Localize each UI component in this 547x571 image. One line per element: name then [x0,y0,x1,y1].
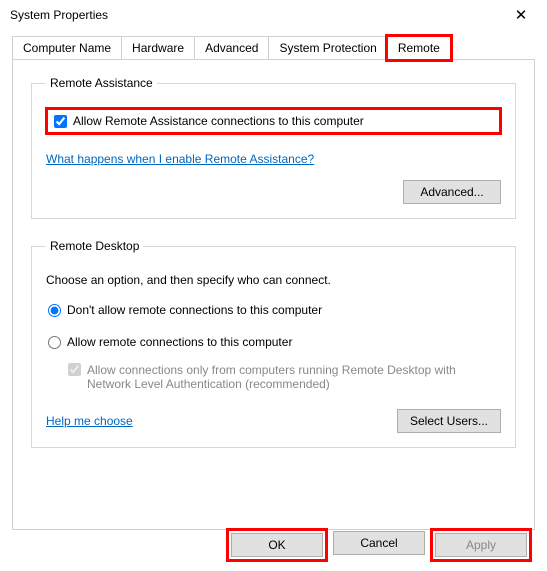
allow-remote-assistance-label: Allow Remote Assistance connections to t… [73,114,364,128]
nla-row: Allow connections only from computers ru… [68,363,501,391]
remote-desktop-description: Choose an option, and then specify who c… [46,273,501,287]
nla-label: Allow connections only from computers ru… [87,363,501,391]
tab-advanced[interactable]: Advanced [194,36,269,59]
group-remote-assistance: Remote Assistance Allow Remote Assistanc… [31,76,516,219]
allow-remote-assistance-checkbox[interactable] [54,115,67,128]
group-remote-desktop: Remote Desktop Choose an option, and the… [31,239,516,448]
tab-computer-name[interactable]: Computer Name [12,36,122,59]
close-button[interactable]: ✕ [501,1,541,29]
allow-remote-assistance-row: Allow Remote Assistance connections to t… [46,108,501,134]
nla-checkbox [68,363,81,376]
remote-assistance-help-link[interactable]: What happens when I enable Remote Assist… [46,152,314,166]
radio-allow-label: Allow remote connections to this compute… [67,335,292,349]
window-title: System Properties [10,8,501,22]
ok-button-highlight: OK [229,531,325,559]
tab-remote[interactable]: Remote [387,36,451,60]
group-legend-remote-assistance: Remote Assistance [46,76,157,90]
cancel-button[interactable]: Cancel [333,531,425,555]
group-legend-remote-desktop: Remote Desktop [46,239,143,253]
dialog-content: Computer Name Hardware Advanced System P… [0,30,547,540]
radio-dont-allow-row: Don't allow remote connections to this c… [46,299,501,321]
tab-panel-remote: Remote Assistance Allow Remote Assistanc… [12,60,535,530]
advanced-button[interactable]: Advanced... [403,180,501,204]
tab-system-protection[interactable]: System Protection [268,36,387,59]
remote-desktop-footer: Help me choose Select Users... [46,409,501,433]
close-icon: ✕ [515,6,528,24]
apply-button-highlight: Apply [433,531,529,559]
select-users-button[interactable]: Select Users... [397,409,501,433]
ok-button[interactable]: OK [231,533,323,557]
radio-allow[interactable] [48,336,61,349]
radio-allow-row: Allow remote connections to this compute… [46,331,501,353]
titlebar: System Properties ✕ [0,0,547,30]
radio-dont-allow-label: Don't allow remote connections to this c… [67,303,322,317]
radio-dont-allow[interactable] [48,304,61,317]
tab-hardware[interactable]: Hardware [121,36,195,59]
help-me-choose-link[interactable]: Help me choose [46,414,133,428]
dialog-footer: OK Cancel Apply [229,531,529,559]
apply-button[interactable]: Apply [435,533,527,557]
tab-strip: Computer Name Hardware Advanced System P… [12,36,535,60]
